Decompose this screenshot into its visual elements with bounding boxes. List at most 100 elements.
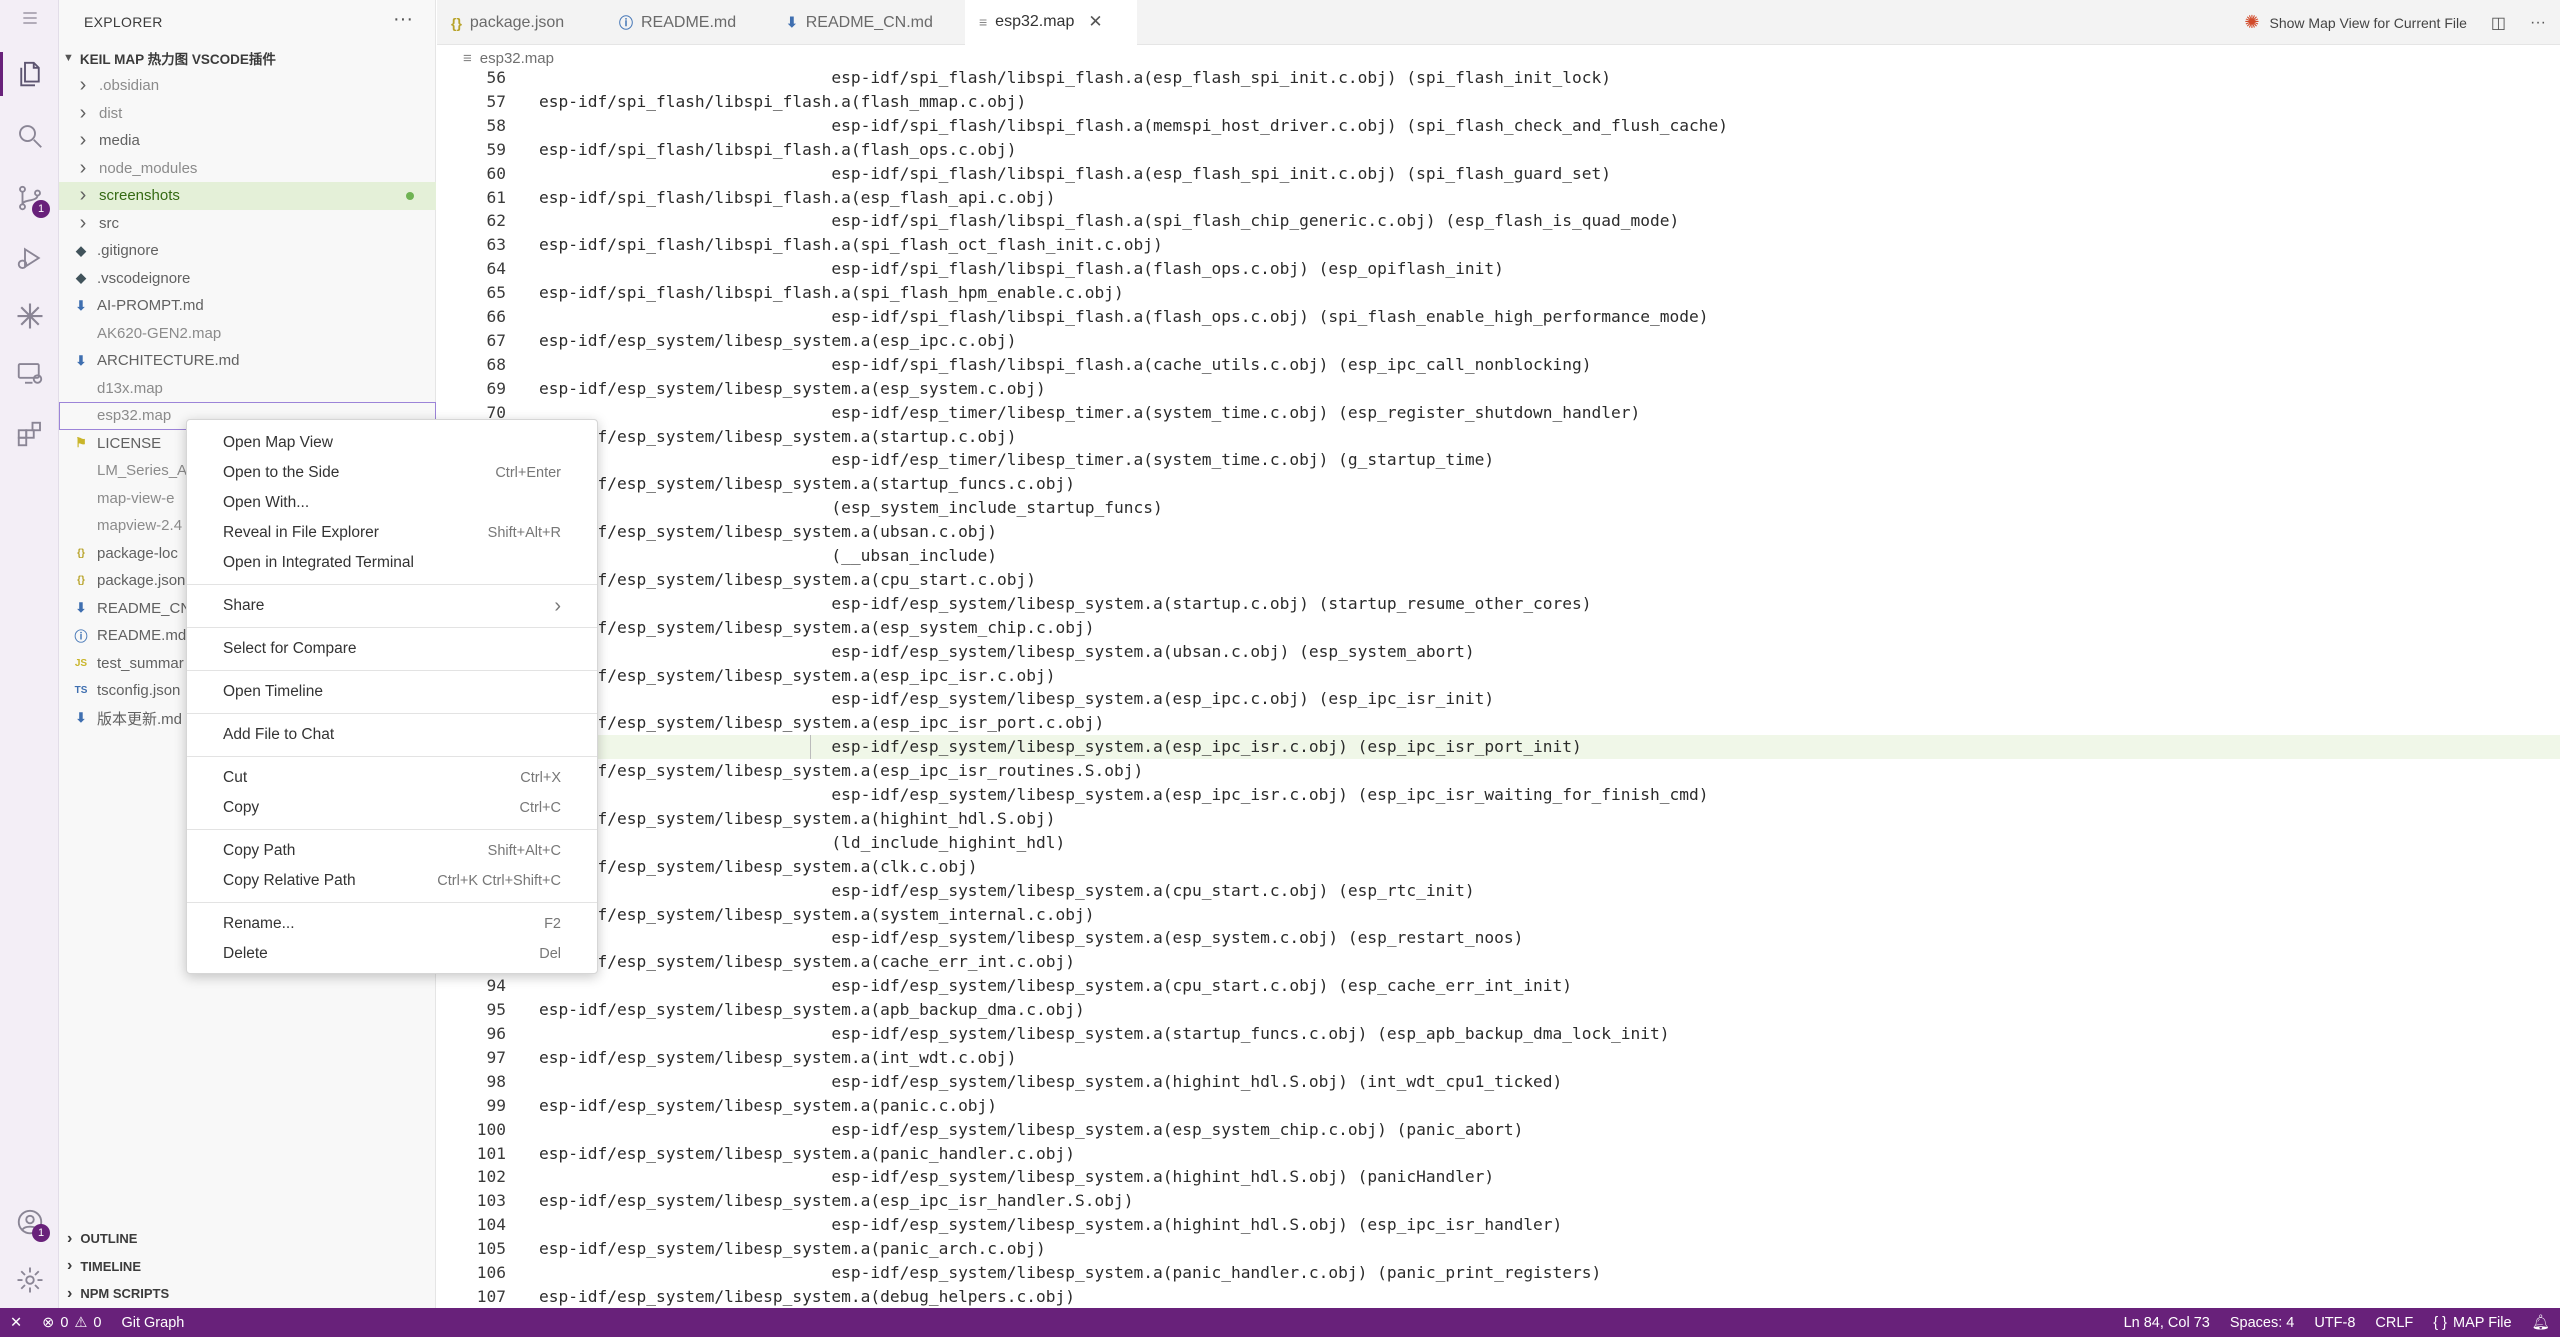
sparkle-icon[interactable]: ✺ [2244, 12, 2259, 33]
line-text: esp-idf/esp_system/libesp_system.a(highi… [539, 1071, 1563, 1091]
menu-item-open-map-view[interactable]: Open Map View [187, 428, 597, 458]
code-line: esp-idf/esp_system/libesp_system.a(start… [437, 592, 2560, 616]
folder-item[interactable]: › media [59, 127, 436, 155]
menu-item-select-for-compare[interactable]: Select for Compare [187, 634, 597, 664]
remote-indicator[interactable]: ✕ [0, 1308, 32, 1337]
tree-item-label: test_summar [97, 654, 184, 672]
code-editor[interactable]: 56 esp-idf/spi_flash/libspi_flash.a(esp_… [437, 70, 2560, 1308]
file-item[interactable]: ◆ .vscodeignore [59, 265, 436, 293]
problems-indicator[interactable]: ⊗ 0 ⚠ 0 [32, 1308, 111, 1337]
tab-label: README.md [641, 13, 737, 31]
menu-item-copy[interactable]: Copy Ctrl+C [187, 793, 597, 823]
show-map-view-button[interactable]: Show Map View for Current File [2270, 15, 2467, 31]
more-actions-icon[interactable]: ··· [2530, 14, 2546, 32]
source-control-icon[interactable]: 1 [0, 170, 59, 226]
remote-icon: ✕ [10, 1314, 23, 1331]
file-item[interactable]: ◆ .gitignore [59, 237, 436, 265]
menu-item-open-with[interactable]: Open With... [187, 488, 597, 518]
tree-item-label: .obsidian [99, 77, 160, 95]
remote-explorer-icon[interactable] [0, 346, 59, 402]
tree-item-label: mapview-2.4 [97, 517, 183, 535]
search-icon[interactable] [0, 108, 59, 164]
tree-item-label: package.json [97, 572, 186, 590]
file-icon: {} [77, 547, 85, 559]
line-number: 107 [476, 1286, 506, 1306]
project-root[interactable]: ▼ KEIL MAP 热力图 VSCODE插件 [63, 46, 276, 70]
menu-item-reveal-in-file-explorer[interactable]: Reveal in File Explorer Shift+Alt+R [187, 518, 597, 548]
split-editor-icon[interactable]: ◫ [2491, 13, 2506, 33]
file-item[interactable]: AK620-GEN2.map [59, 320, 436, 348]
gear-icon[interactable] [0, 1252, 59, 1308]
tree-item-label: AI-PROMPT.md [97, 297, 204, 315]
file-item[interactable]: d13x.map [59, 375, 436, 403]
close-icon[interactable]: ✕ [1088, 12, 1102, 32]
menu-separator [187, 584, 597, 585]
line-text: esp-idf/esp_system/libesp_system.a(esp_s… [539, 378, 1046, 398]
line-number: 58 [486, 115, 507, 135]
chevron-down-icon: ▼ [63, 52, 74, 64]
git-graph-button[interactable]: Git Graph [111, 1308, 194, 1337]
menu-item-open-in-integrated-terminal[interactable]: Open in Integrated Terminal [187, 548, 597, 578]
menu-item-rename[interactable]: Rename... F2 [187, 909, 597, 939]
chevron-right-icon: › [554, 594, 561, 617]
menu-item-delete[interactable]: Delete Del [187, 939, 597, 969]
accounts-icon[interactable]: 1 [0, 1194, 59, 1250]
folder-item[interactable]: › screenshots [59, 182, 436, 210]
file-icon: ⬇ [75, 600, 87, 616]
line-number: 59 [486, 139, 507, 159]
tab-readme-cn[interactable]: ⬇ README_CN.md [772, 0, 957, 45]
run-debug-icon[interactable] [0, 230, 59, 286]
tab-esp32-map[interactable]: ≡ esp32.map ✕ [965, 0, 1137, 45]
line-text: esp-idf/esp_timer/libesp_timer.a(system_… [539, 402, 1641, 422]
line-number: 105 [476, 1239, 506, 1259]
chevron-right-icon: › [79, 156, 87, 179]
menu-icon[interactable] [0, 0, 59, 42]
panel-header[interactable]: › OUTLINE [59, 1225, 436, 1253]
line-text: esp-idf/esp_system/libesp_system.a(int_w… [539, 1047, 1017, 1067]
line-text: esp-idf/spi_flash/libspi_flash.a(spi_fla… [539, 283, 1124, 303]
cursor-position[interactable]: Ln 84, Col 73 [2114, 1308, 2220, 1337]
encoding[interactable]: UTF-8 [2304, 1308, 2365, 1337]
code-line: 99 esp-idf/esp_system/libesp_system.a(pan… [437, 1094, 2560, 1118]
menu-item-share[interactable]: Share › [187, 591, 597, 621]
extensions-icon[interactable] [0, 406, 59, 462]
line-text: esp-idf/esp_system/libesp_system.a(highi… [539, 1167, 1495, 1187]
menu-separator [187, 670, 597, 671]
menu-item-add-file-to-chat[interactable]: Add File to Chat [187, 720, 597, 750]
line-text: esp-idf/esp_system/libesp_system.a(esp_s… [539, 928, 1524, 948]
indentation[interactable]: Spaces: 4 [2220, 1308, 2305, 1337]
folder-item[interactable]: › node_modules [59, 155, 436, 183]
code-line: 64 esp-idf/spi_flash/libspi_flash.a(flas… [437, 257, 2560, 281]
line-number: 62 [486, 211, 507, 231]
file-item[interactable]: ⬇ ARCHITECTURE.md [59, 347, 436, 375]
menu-item-copy-path[interactable]: Copy Path Shift+Alt+C [187, 836, 597, 866]
tab-package-json[interactable]: {} package.json [437, 0, 597, 45]
extension-sparkle-icon[interactable] [0, 288, 59, 344]
folder-item[interactable]: › dist [59, 100, 436, 128]
menu-item-cut[interactable]: Cut Ctrl+X [187, 763, 597, 793]
line-text: esp-idf/esp_system/libesp_system.a(start… [539, 593, 1592, 613]
panel-header[interactable]: › TIMELINE [59, 1253, 436, 1281]
line-text: esp-idf/spi_flash/libspi_flash.a(flash_o… [539, 307, 1709, 326]
breadcrumb: ≡ esp32.map [437, 46, 554, 70]
panel-header[interactable]: › NPM SCRIPTS [59, 1280, 436, 1308]
tree-item-label: README_CN [97, 599, 192, 617]
menu-item-label: Copy [223, 799, 260, 816]
language-mode[interactable]: { } MAP File [2423, 1308, 2521, 1337]
line-ending[interactable]: CRLF [2365, 1308, 2423, 1337]
menu-item-copy-relative-path[interactable]: Copy Relative Path Ctrl+K Ctrl+Shift+C [187, 866, 597, 896]
folder-item[interactable]: › src [59, 210, 436, 238]
line-number: 64 [486, 259, 507, 279]
folder-item[interactable]: › .obsidian [59, 72, 436, 100]
code-line: esp-idf/esp_system/libesp_system.a(cpu_s… [437, 879, 2560, 903]
breadcrumb-file[interactable]: esp32.map [480, 50, 554, 67]
chevron-right-icon: › [79, 129, 87, 152]
notifications-icon[interactable]: 🔔︎ [2522, 1308, 2560, 1337]
tab-readme[interactable]: ⓘ README.md [605, 0, 760, 45]
more-actions-icon[interactable]: ··· [393, 8, 413, 31]
menu-item-open-timeline[interactable]: Open Timeline [187, 677, 597, 707]
explorer-icon[interactable] [0, 46, 59, 102]
menu-item-open-to-the-side[interactable]: Open to the Side Ctrl+Enter [187, 458, 597, 488]
status-bar: ✕ ⊗ 0 ⚠ 0 Git Graph Ln 84, Col 73 Spaces: … [0, 1308, 2560, 1337]
file-item[interactable]: ⬇ AI-PROMPT.md [59, 292, 436, 320]
